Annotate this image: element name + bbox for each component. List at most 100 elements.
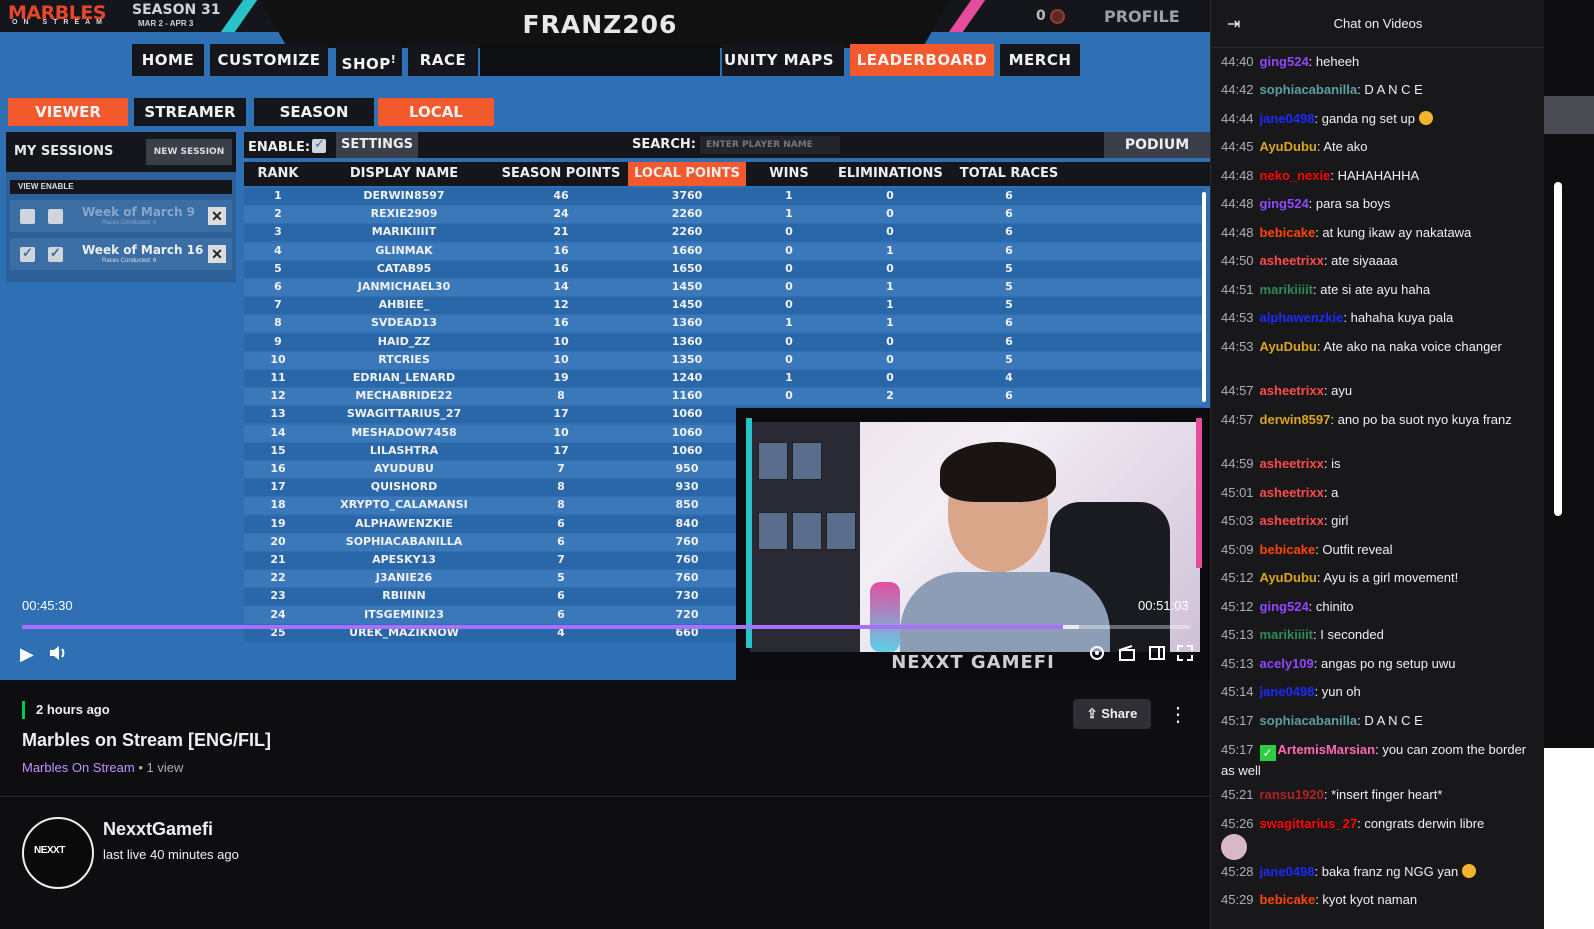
chat-username[interactable]: ging524 — [1260, 196, 1309, 211]
chat-username[interactable]: marikiiiit — [1260, 627, 1313, 642]
chat-username[interactable]: jane0498 — [1260, 684, 1315, 699]
chat-timestamp[interactable]: 45:01 — [1221, 485, 1254, 500]
leaderboard-row[interactable]: 12 MECHABRIDE22 8 1160 0 2 6 — [244, 388, 1204, 406]
seek-bar[interactable] — [22, 625, 1190, 629]
chat-timestamp[interactable]: 45:28 — [1221, 864, 1254, 879]
session-view-checkbox[interactable] — [20, 245, 35, 262]
page-scrollbar[interactable] — [1554, 182, 1562, 516]
delete-session-icon[interactable]: ✕ — [208, 207, 226, 225]
col-wins[interactable]: WINS — [756, 162, 822, 186]
leaderboard-row[interactable]: 3 MARIKIIIIT 21 2260 0 0 6 — [244, 224, 1204, 242]
chat-timestamp[interactable]: 45:09 — [1221, 542, 1254, 557]
chat-username[interactable]: sophiacabanilla — [1260, 82, 1358, 97]
profile-button[interactable]: PROFILE — [1104, 7, 1180, 26]
chat-username[interactable]: asheetrixx — [1260, 456, 1324, 471]
chat-timestamp[interactable]: 44:53 — [1221, 339, 1254, 354]
chat-username[interactable]: acely109 — [1260, 656, 1314, 671]
tab-viewer[interactable]: VIEWER — [8, 98, 128, 126]
chat-username[interactable]: asheetrixx — [1260, 253, 1324, 268]
chat-username[interactable]: AyuDubu — [1260, 570, 1317, 585]
new-session-button[interactable]: NEW SESSION — [146, 139, 232, 165]
chat-timestamp[interactable]: 44:57 — [1221, 383, 1254, 398]
chat-username[interactable]: asheetrixx — [1260, 513, 1324, 528]
chat-timestamp[interactable]: 45:26 — [1221, 816, 1254, 831]
leaderboard-row[interactable]: 10 RTCRIES 10 1350 0 0 5 — [244, 351, 1204, 369]
podium-button[interactable]: PODIUM — [1104, 132, 1210, 158]
session-enable-checkbox[interactable] — [48, 245, 63, 262]
leaderboard-row[interactable]: 5 CATAB95 16 1650 0 0 5 — [244, 260, 1204, 278]
more-options-icon[interactable]: ⋮ — [1168, 702, 1188, 727]
nav-merch[interactable]: MERCH — [1000, 44, 1080, 76]
fullscreen-icon[interactable] — [1176, 644, 1194, 666]
category-link[interactable]: Marbles On Stream — [22, 760, 135, 775]
chat-username[interactable]: AyuDubu — [1260, 339, 1317, 354]
nav-shop[interactable]: SHOP! — [336, 44, 402, 76]
session-row[interactable]: Week of March 9 Races Conducted: 0 ✕ — [10, 200, 232, 232]
video-player[interactable]: MARBLES ON STREAM SEASON 31 MAR 2 - APR … — [0, 0, 1210, 680]
col-eliminations[interactable]: ELIMINATIONS — [838, 162, 943, 186]
settings-button[interactable]: SETTINGS — [336, 132, 418, 158]
tab-local[interactable]: LOCAL — [378, 98, 494, 126]
chat-timestamp[interactable]: 45:12 — [1221, 570, 1254, 585]
chat-timestamp[interactable]: 44:44 — [1221, 111, 1254, 126]
chat-timestamp[interactable]: 44:48 — [1221, 168, 1254, 183]
chat-timestamp[interactable]: 44:53 — [1221, 310, 1254, 325]
chat-timestamp[interactable]: 45:29 — [1221, 892, 1254, 907]
leaderboard-row[interactable]: 7 AHBIEE_ 12 1450 0 1 5 — [244, 297, 1204, 315]
leaderboard-scrollbar[interactable] — [1202, 192, 1206, 402]
chat-username[interactable]: ging524 — [1260, 54, 1309, 69]
tab-streamer[interactable]: STREAMER — [134, 98, 246, 126]
delete-session-icon[interactable]: ✕ — [208, 245, 226, 263]
leaderboard-row[interactable]: 9 HAID_ZZ 10 1360 0 0 6 — [244, 333, 1204, 351]
chat-username[interactable]: bebicake — [1260, 225, 1316, 240]
col-rank[interactable]: RANK — [244, 162, 312, 186]
chat-timestamp[interactable]: 45:21 — [1221, 787, 1254, 802]
nav-leaderboard[interactable]: LEADERBOARD — [850, 44, 994, 76]
chat-timestamp[interactable]: 44:42 — [1221, 82, 1254, 97]
chat-timestamp[interactable]: 45:13 — [1221, 656, 1254, 671]
chat-timestamp[interactable]: 44:50 — [1221, 253, 1254, 268]
chat-username[interactable]: jane0498 — [1260, 864, 1315, 879]
chat-username[interactable]: ransu1920 — [1260, 787, 1324, 802]
col-local-points[interactable]: LOCAL POINTS — [628, 162, 746, 186]
chat-username[interactable]: swagittarius_27 — [1260, 816, 1358, 831]
chat-username[interactable]: AyuDubu — [1260, 139, 1317, 154]
chat-timestamp[interactable]: 45:03 — [1221, 513, 1254, 528]
session-enable-checkbox[interactable] — [48, 209, 63, 224]
chat-username[interactable]: asheetrixx — [1260, 383, 1324, 398]
chat-timestamp[interactable]: 45:14 — [1221, 684, 1254, 699]
chat-timestamp[interactable]: 44:45 — [1221, 139, 1254, 154]
session-view-checkbox[interactable] — [20, 209, 35, 224]
leaderboard-row[interactable]: 1 DERWIN8597 46 3760 1 0 6 — [244, 188, 1204, 205]
chat-timestamp[interactable]: 45:12 — [1221, 599, 1254, 614]
enable-toggle[interactable]: ENABLE: — [248, 137, 327, 155]
chat-timestamp[interactable]: 44:57 — [1221, 412, 1254, 427]
leaderboard-row[interactable]: 4 GLINMAK 16 1660 0 1 6 — [244, 242, 1204, 260]
chat-username[interactable]: sophiacabanilla — [1260, 713, 1358, 728]
tab-season[interactable]: SEASON — [254, 98, 374, 126]
session-row[interactable]: Week of March 16 Races Conducted: 6 ✕ — [10, 238, 232, 270]
channel-name[interactable]: NexxtGamefi — [103, 819, 213, 840]
nav-home[interactable]: HOME — [132, 44, 204, 76]
leaderboard-row[interactable]: 8 SVDEAD13 16 1360 1 1 6 — [244, 315, 1204, 333]
chat-username[interactable]: asheetrixx — [1260, 485, 1324, 500]
enable-checkbox[interactable] — [312, 137, 327, 153]
settings-gear-icon[interactable] — [1088, 644, 1106, 666]
clip-icon[interactable] — [1118, 644, 1136, 666]
chat-timestamp[interactable]: 44:48 — [1221, 225, 1254, 240]
chat-timestamp[interactable]: 44:51 — [1221, 282, 1254, 297]
chat-username[interactable]: alphawenzkie — [1260, 310, 1344, 325]
chat-username[interactable]: derwin8597 — [1260, 412, 1331, 427]
chat-timestamp[interactable]: 45:17 — [1221, 742, 1254, 757]
chat-username[interactable]: neko_nexie — [1260, 168, 1331, 183]
chat-timestamp[interactable]: 44:59 — [1221, 456, 1254, 471]
chat-username[interactable]: jane0498 — [1260, 111, 1315, 126]
col-total-races[interactable]: TOTAL RACES — [956, 162, 1062, 186]
leaderboard-row[interactable]: 11 EDRIAN_LENARD 19 1240 1 0 4 — [244, 370, 1204, 387]
chat-username[interactable]: bebicake — [1260, 892, 1316, 907]
theatre-mode-icon[interactable] — [1148, 644, 1166, 666]
leaderboard-row[interactable]: 6 JANMICHAEL30 14 1450 0 1 5 — [244, 279, 1204, 296]
leaderboard-row[interactable]: 2 REXIE2909 24 2260 1 0 6 — [244, 206, 1204, 224]
chat-timestamp[interactable]: 45:17 — [1221, 713, 1254, 728]
channel-avatar[interactable]: NEXXT — [22, 817, 94, 889]
